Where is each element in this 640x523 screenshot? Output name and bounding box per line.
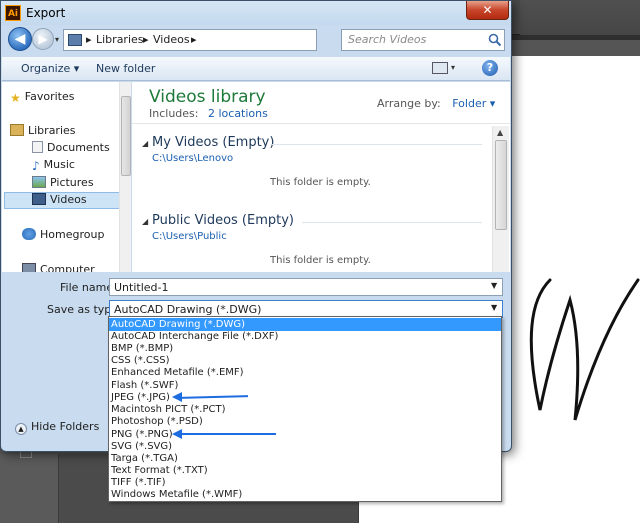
search-icon[interactable] [488,33,502,47]
nav-item-music[interactable]: ♪ Music [32,158,75,174]
arrange-label: Arrange by: [377,97,441,110]
arrange-value-dropdown[interactable]: Folder ▾ [452,97,495,110]
nav-scroll-thumb[interactable] [121,96,131,176]
empty-folder-text: This folder is empty. [270,177,371,188]
address-bar[interactable]: ▸ Libraries ▸ Videos ▸ ▾ ↻ [63,29,376,51]
search-box[interactable]: Search Videos [341,29,505,51]
collapse-arrow-icon[interactable]: ◢ [142,139,148,148]
group-path: C:\Users\Public [152,231,227,242]
option-emf[interactable]: Enhanced Metafile (*.EMF) [109,366,501,379]
nav-label: Music [43,158,75,171]
nav-label: Libraries [28,124,76,137]
scroll-up-arrow-icon[interactable]: ▲ [497,128,503,137]
group-divider [302,222,482,223]
dialog-title: Export [26,6,66,20]
app-panel-header-strip [520,0,640,35]
music-icon: ♪ [32,159,40,173]
star-icon: ★ [10,91,21,105]
header-divider [132,123,510,124]
includes-locations-link[interactable]: 2 locations [208,107,268,120]
annotation-arrow-png-line [180,433,276,435]
nav-label: Homegroup [40,228,105,241]
option-wmf[interactable]: Windows Metafile (*.WMF) [109,488,501,501]
videos-icon [32,193,46,205]
homegroup-icon [22,228,36,240]
view-options-dropdown-icon[interactable]: ▾ [451,63,455,72]
nav-item-homegroup[interactable]: Homegroup [22,228,104,244]
hide-folders-label: Hide Folders [31,420,100,433]
library-includes: Includes: 2 locations [149,107,268,120]
library-title: Videos library [149,87,266,107]
breadcrumb-separator: ▸ [86,33,92,46]
close-button[interactable]: ✕ [466,1,509,20]
nav-item-computer[interactable]: Computer [22,263,95,272]
breadcrumb-separator: ▸ [191,33,197,46]
breadcrumb-videos[interactable]: Videos [153,33,190,46]
nav-label: Pictures [50,176,94,189]
breadcrumb-separator: ▸ [143,33,149,46]
save-as-type-dropdown-icon[interactable]: ▼ [491,303,497,312]
nav-label: Documents [47,141,110,154]
handwritten-stroke-artwork [529,278,640,421]
search-placeholder: Search Videos [348,33,427,46]
videos-folder-icon [68,34,82,46]
new-folder-button[interactable]: New folder [96,62,155,75]
help-icon[interactable]: ? [482,60,498,76]
navigation-bar: ◀ ▶ ▾ ▸ Libraries ▸ Videos ▸ ▾ ↻ Search … [1,25,511,55]
history-dropdown-icon[interactable]: ▾ [55,35,59,44]
forward-button[interactable]: ▶ [32,28,54,50]
hide-folders-button[interactable]: ▲ Hide Folders [15,420,99,435]
collapse-arrow-icon[interactable]: ◢ [142,217,148,226]
title-bar[interactable]: Ai Export ✕ [1,1,511,25]
nav-label: Computer [40,263,95,272]
empty-folder-text: This folder is empty. [270,255,371,266]
navigation-pane: ★ Favorites Libraries Documents ♪ Music Pi… [2,82,131,272]
group-title[interactable]: Public Videos (Empty) [152,213,294,228]
illustrator-app-icon: Ai [5,5,21,21]
pictures-icon [32,176,46,188]
nav-label: Videos [50,193,87,206]
includes-label: Includes: [149,107,199,120]
group-title[interactable]: My Videos (Empty) [152,135,274,150]
save-as-type-options: AutoCAD Drawing (*.DWG) AutoCAD Intercha… [108,316,502,502]
group-path: C:\Users\Lenovo [152,153,234,164]
command-toolbar: Organize ▾ New folder ▾ ? [2,57,510,81]
nav-item-pictures[interactable]: Pictures [32,176,94,192]
chevron-up-icon: ▲ [15,423,27,435]
documents-icon [32,141,43,153]
nav-label: Favorites [24,90,75,103]
nav-item-documents[interactable]: Documents [32,141,110,157]
group-divider [272,144,482,145]
panel-divider [58,454,59,523]
nav-item-libraries[interactable]: Libraries [10,124,76,140]
libraries-icon [10,124,24,136]
file-name-dropdown-icon[interactable]: ▼ [491,281,497,290]
computer-icon [22,263,36,272]
save-as-type-value: AutoCAD Drawing (*.DWG) [114,303,262,316]
app-left-panel [0,454,58,523]
content-pane: Videos library Includes: 2 locations Arr… [132,82,510,272]
nav-item-videos[interactable]: Videos [32,193,87,209]
arrange-by: Arrange by: Folder ▾ [377,97,495,110]
organize-button[interactable]: Organize ▾ [21,62,79,75]
nav-item-favorites[interactable]: ★ Favorites [10,90,74,106]
content-scroll-thumb[interactable] [495,140,507,230]
file-name-field[interactable]: Untitled-1 ▼ [109,278,503,296]
nav-scrollbar[interactable] [119,82,131,272]
breadcrumb-libraries[interactable]: Libraries [96,33,144,46]
option-psd[interactable]: Photoshop (*.PSD) [109,415,501,428]
back-button[interactable]: ◀ [8,27,32,51]
content-scrollbar[interactable]: ▲ [492,126,509,272]
file-name-value: Untitled-1 [114,281,169,294]
change-view-icon[interactable] [432,62,448,74]
